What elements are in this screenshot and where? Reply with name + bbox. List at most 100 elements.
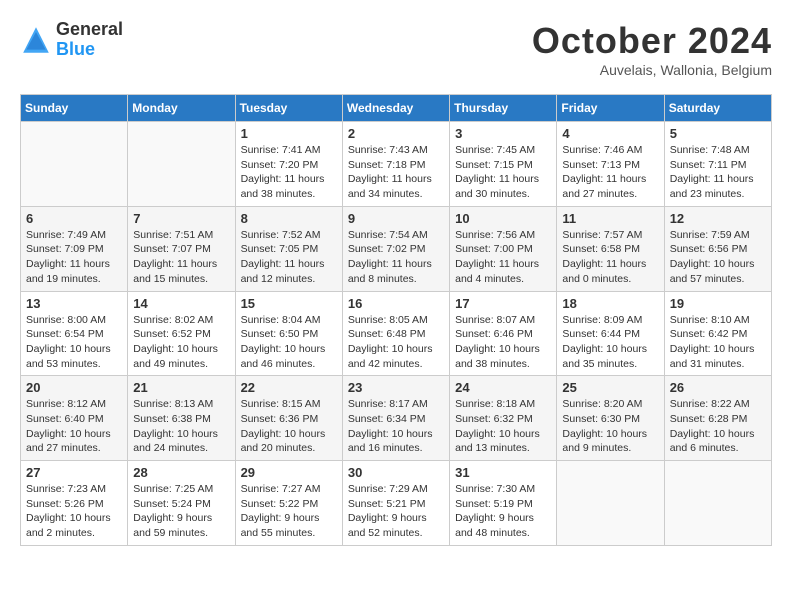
calendar-cell (128, 122, 235, 207)
day-info: Sunrise: 8:15 AM Sunset: 6:36 PM Dayligh… (241, 397, 337, 456)
calendar-cell: 29 Sunrise: 7:27 AM Sunset: 5:22 PM Dayli… (235, 461, 342, 546)
day-number: 6 (26, 211, 122, 226)
calendar-cell: 21Sunrise: 8:13 AM Sunset: 6:38 PM Dayli… (128, 376, 235, 461)
weekday-header-saturday: Saturday (664, 95, 771, 122)
calendar-cell: 27Sunrise: 7:23 AM Sunset: 5:26 PM Dayli… (21, 461, 128, 546)
title-block: October 2024 Auvelais, Wallonia, Belgium (532, 20, 772, 78)
day-info: Sunrise: 8:10 AM Sunset: 6:42 PM Dayligh… (670, 313, 766, 372)
calendar-cell: 16 Sunrise: 8:05 AM Sunset: 6:48 PM Dayli… (342, 291, 449, 376)
calendar-cell: 14 Sunrise: 8:02 AM Sunset: 6:52 PM Dayli… (128, 291, 235, 376)
calendar-cell: 12Sunrise: 7:59 AM Sunset: 6:56 PM Dayli… (664, 206, 771, 291)
day-info: Sunrise: 7:54 AM Sunset: 7:02 PM Dayligh… (348, 228, 444, 287)
weekday-row: SundayMondayTuesdayWednesdayThursdayFrid… (21, 95, 772, 122)
day-info: Sunrise: 7:48 AM Sunset: 7:11 PM Dayligh… (670, 143, 766, 202)
day-info: Sunrise: 7:45 AM Sunset: 7:15 PM Dayligh… (455, 143, 551, 202)
week-row-4: 20Sunrise: 8:12 AM Sunset: 6:40 PM Dayli… (21, 376, 772, 461)
day-info: Sunrise: 7:51 AM Sunset: 7:07 PM Dayligh… (133, 228, 229, 287)
day-number: 18 (562, 296, 658, 311)
day-info: Sunrise: 7:49 AM Sunset: 7:09 PM Dayligh… (26, 228, 122, 287)
weekday-header-tuesday: Tuesday (235, 95, 342, 122)
weekday-header-wednesday: Wednesday (342, 95, 449, 122)
day-info: Sunrise: 8:04 AM Sunset: 6:50 PM Dayligh… (241, 313, 337, 372)
calendar-cell: 7 Sunrise: 7:51 AM Sunset: 7:07 PM Daylig… (128, 206, 235, 291)
day-number: 22 (241, 380, 337, 395)
day-number: 17 (455, 296, 551, 311)
calendar-cell: 15 Sunrise: 8:04 AM Sunset: 6:50 PM Dayli… (235, 291, 342, 376)
day-number: 28 (133, 465, 229, 480)
calendar-cell: 26 Sunrise: 8:22 AM Sunset: 6:28 PM Dayli… (664, 376, 771, 461)
calendar-cell: 11 Sunrise: 7:57 AM Sunset: 6:58 PM Dayli… (557, 206, 664, 291)
calendar-cell (21, 122, 128, 207)
calendar-cell: 24 Sunrise: 8:18 AM Sunset: 6:32 PM Dayli… (450, 376, 557, 461)
day-number: 26 (670, 380, 766, 395)
day-info: Sunrise: 8:00 AM Sunset: 6:54 PM Dayligh… (26, 313, 122, 372)
calendar-cell: 8Sunrise: 7:52 AM Sunset: 7:05 PM Daylig… (235, 206, 342, 291)
weekday-header-thursday: Thursday (450, 95, 557, 122)
calendar-cell: 1 Sunrise: 7:41 AM Sunset: 7:20 PM Daylig… (235, 122, 342, 207)
calendar-table: SundayMondayTuesdayWednesdayThursdayFrid… (20, 94, 772, 546)
day-number: 1 (241, 126, 337, 141)
day-info: Sunrise: 8:18 AM Sunset: 6:32 PM Dayligh… (455, 397, 551, 456)
calendar-cell: 13 Sunrise: 8:00 AM Sunset: 6:54 PM Dayli… (21, 291, 128, 376)
logo-icon (20, 24, 52, 56)
day-number: 23 (348, 380, 444, 395)
calendar-cell: 23 Sunrise: 8:17 AM Sunset: 6:34 PM Dayli… (342, 376, 449, 461)
day-number: 8 (241, 211, 337, 226)
day-info: Sunrise: 8:02 AM Sunset: 6:52 PM Dayligh… (133, 313, 229, 372)
calendar-cell: 25Sunrise: 8:20 AM Sunset: 6:30 PM Dayli… (557, 376, 664, 461)
day-number: 29 (241, 465, 337, 480)
calendar-cell: 28 Sunrise: 7:25 AM Sunset: 5:24 PM Dayli… (128, 461, 235, 546)
logo-blue-label: Blue (56, 40, 123, 60)
day-info: Sunrise: 8:20 AM Sunset: 6:30 PM Dayligh… (562, 397, 658, 456)
day-info: Sunrise: 7:27 AM Sunset: 5:22 PM Dayligh… (241, 482, 337, 541)
calendar-cell: 6 Sunrise: 7:49 AM Sunset: 7:09 PM Daylig… (21, 206, 128, 291)
day-number: 2 (348, 126, 444, 141)
day-number: 7 (133, 211, 229, 226)
day-info: Sunrise: 7:56 AM Sunset: 7:00 PM Dayligh… (455, 228, 551, 287)
calendar-header: SundayMondayTuesdayWednesdayThursdayFrid… (21, 95, 772, 122)
calendar-cell: 22 Sunrise: 8:15 AM Sunset: 6:36 PM Dayli… (235, 376, 342, 461)
calendar-cell (557, 461, 664, 546)
day-info: Sunrise: 7:25 AM Sunset: 5:24 PM Dayligh… (133, 482, 229, 541)
calendar-cell: 17 Sunrise: 8:07 AM Sunset: 6:46 PM Dayli… (450, 291, 557, 376)
day-info: Sunrise: 7:43 AM Sunset: 7:18 PM Dayligh… (348, 143, 444, 202)
calendar-cell: 5 Sunrise: 7:48 AM Sunset: 7:11 PM Daylig… (664, 122, 771, 207)
day-info: Sunrise: 8:07 AM Sunset: 6:46 PM Dayligh… (455, 313, 551, 372)
day-info: Sunrise: 7:29 AM Sunset: 5:21 PM Dayligh… (348, 482, 444, 541)
day-number: 12 (670, 211, 766, 226)
logo-text: General Blue (56, 20, 123, 60)
day-number: 9 (348, 211, 444, 226)
day-info: Sunrise: 8:13 AM Sunset: 6:38 PM Dayligh… (133, 397, 229, 456)
calendar-cell: 31Sunrise: 7:30 AM Sunset: 5:19 PM Dayli… (450, 461, 557, 546)
day-number: 14 (133, 296, 229, 311)
day-number: 15 (241, 296, 337, 311)
day-info: Sunrise: 8:05 AM Sunset: 6:48 PM Dayligh… (348, 313, 444, 372)
week-row-3: 13 Sunrise: 8:00 AM Sunset: 6:54 PM Dayli… (21, 291, 772, 376)
location-subtitle: Auvelais, Wallonia, Belgium (532, 62, 772, 78)
weekday-header-friday: Friday (557, 95, 664, 122)
calendar-cell: 9 Sunrise: 7:54 AM Sunset: 7:02 PM Daylig… (342, 206, 449, 291)
day-number: 30 (348, 465, 444, 480)
day-info: Sunrise: 8:17 AM Sunset: 6:34 PM Dayligh… (348, 397, 444, 456)
calendar-cell: 2 Sunrise: 7:43 AM Sunset: 7:18 PM Daylig… (342, 122, 449, 207)
day-info: Sunrise: 7:30 AM Sunset: 5:19 PM Dayligh… (455, 482, 551, 541)
day-number: 5 (670, 126, 766, 141)
month-title: October 2024 (532, 20, 772, 62)
day-number: 3 (455, 126, 551, 141)
calendar-body: 1 Sunrise: 7:41 AM Sunset: 7:20 PM Daylig… (21, 122, 772, 546)
weekday-header-monday: Monday (128, 95, 235, 122)
day-number: 4 (562, 126, 658, 141)
day-number: 10 (455, 211, 551, 226)
day-info: Sunrise: 7:46 AM Sunset: 7:13 PM Dayligh… (562, 143, 658, 202)
day-number: 16 (348, 296, 444, 311)
calendar-cell: 3 Sunrise: 7:45 AM Sunset: 7:15 PM Daylig… (450, 122, 557, 207)
day-info: Sunrise: 7:57 AM Sunset: 6:58 PM Dayligh… (562, 228, 658, 287)
day-number: 24 (455, 380, 551, 395)
day-number: 11 (562, 211, 658, 226)
day-info: Sunrise: 7:41 AM Sunset: 7:20 PM Dayligh… (241, 143, 337, 202)
day-info: Sunrise: 8:22 AM Sunset: 6:28 PM Dayligh… (670, 397, 766, 456)
day-number: 13 (26, 296, 122, 311)
day-number: 20 (26, 380, 122, 395)
day-number: 27 (26, 465, 122, 480)
calendar-cell: 30 Sunrise: 7:29 AM Sunset: 5:21 PM Dayli… (342, 461, 449, 546)
